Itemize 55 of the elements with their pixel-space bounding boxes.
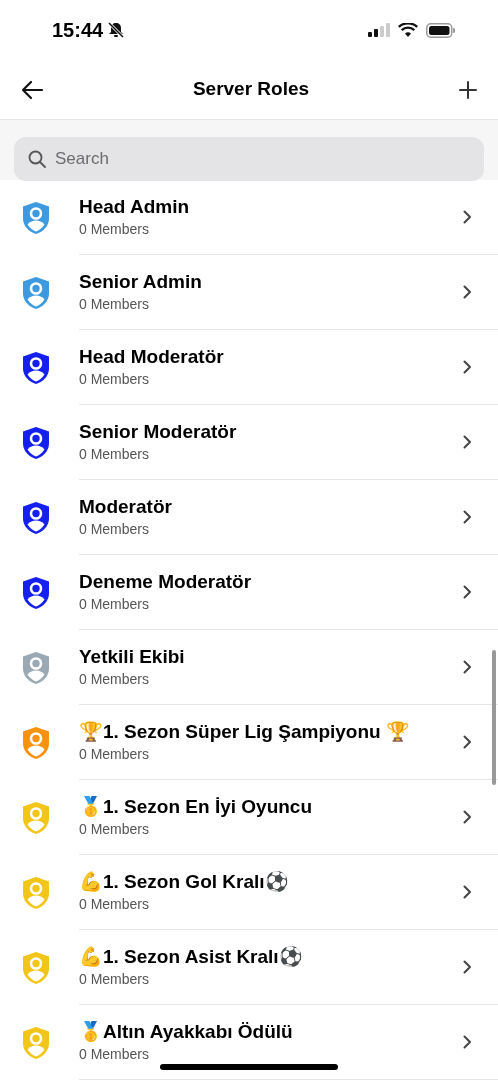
- chevron-right-icon: [463, 735, 472, 749]
- page-title: Server Roles: [192, 77, 310, 102]
- status-time: 15:44: [52, 18, 104, 43]
- role-row[interactable]: Senior Admin 0 Members: [0, 255, 498, 330]
- role-name: 💪1. Sezon Gol Kralı⚽: [79, 870, 290, 894]
- back-arrow-icon[interactable]: [20, 79, 44, 100]
- member-count: 0 Members: [79, 220, 151, 239]
- role-name: 💪1. Sezon Asist Kralı⚽: [79, 945, 304, 969]
- chevron-right-icon: [463, 1035, 472, 1049]
- role-name: Deneme Moderatör: [79, 570, 253, 594]
- battery-icon: [426, 22, 456, 38]
- role-name: Head Moderatör: [79, 345, 225, 369]
- member-count: 0 Members: [79, 370, 151, 389]
- role-name: Senior Admin: [79, 270, 203, 294]
- bell-slash-icon: [107, 21, 126, 39]
- role-row[interactable]: 💪1. Sezon Asist Kralı⚽ 0 Members: [0, 930, 498, 1005]
- plus-icon[interactable]: [458, 79, 478, 100]
- role-row[interactable]: Moderatör 0 Members: [0, 480, 498, 555]
- member-count: 0 Members: [79, 970, 151, 989]
- member-count: 0 Members: [79, 670, 151, 689]
- role-row[interactable]: 🥇1. Sezon En İyi Oyuncu 0 Members: [0, 780, 498, 855]
- chevron-right-icon: [463, 660, 472, 674]
- chevron-right-icon: [463, 810, 472, 824]
- member-count: 0 Members: [79, 895, 151, 914]
- member-count: 0 Members: [79, 820, 151, 839]
- member-count: 0 Members: [79, 1045, 151, 1064]
- role-row[interactable]: Head Moderatör 0 Members: [0, 330, 498, 405]
- chevron-right-icon: [463, 585, 472, 599]
- wifi-icon: [398, 23, 418, 37]
- member-count: 0 Members: [79, 595, 151, 614]
- role-name: Senior Moderatör: [79, 420, 238, 444]
- search-icon: [28, 150, 46, 168]
- chevron-right-icon: [463, 210, 472, 224]
- chevron-right-icon: [463, 285, 472, 299]
- role-row[interactable]: Senior Moderatör 0 Members: [0, 405, 498, 480]
- role-name: Yetkili Ekibi: [79, 645, 186, 669]
- search-field[interactable]: Search: [14, 137, 484, 181]
- chevron-right-icon: [463, 435, 472, 449]
- role-name: 🥇1. Sezon En İyi Oyuncu: [79, 795, 314, 819]
- member-count: 0 Members: [79, 445, 151, 464]
- role-row[interactable]: Deneme Moderatör 0 Members: [0, 555, 498, 630]
- member-count: 0 Members: [79, 295, 151, 314]
- role-name: 🥇Altın Ayakkabı Ödülü: [79, 1020, 294, 1044]
- chevron-right-icon: [463, 960, 472, 974]
- signal-icon: [368, 23, 390, 37]
- role-name: Moderatör: [79, 495, 173, 519]
- role-name: Head Admin: [79, 195, 191, 219]
- chevron-right-icon: [463, 885, 472, 899]
- chevron-right-icon: [463, 510, 472, 524]
- role-name: 🏆1. Sezon Süper Lig Şampiyonu 🏆: [79, 720, 411, 744]
- chevron-right-icon: [463, 360, 472, 374]
- role-row[interactable]: Head Admin 0 Members: [0, 180, 498, 255]
- role-row[interactable]: 💪1. Sezon Gol Kralı⚽ 0 Members: [0, 855, 498, 930]
- member-count: 0 Members: [79, 745, 151, 764]
- member-count: 0 Members: [79, 520, 151, 539]
